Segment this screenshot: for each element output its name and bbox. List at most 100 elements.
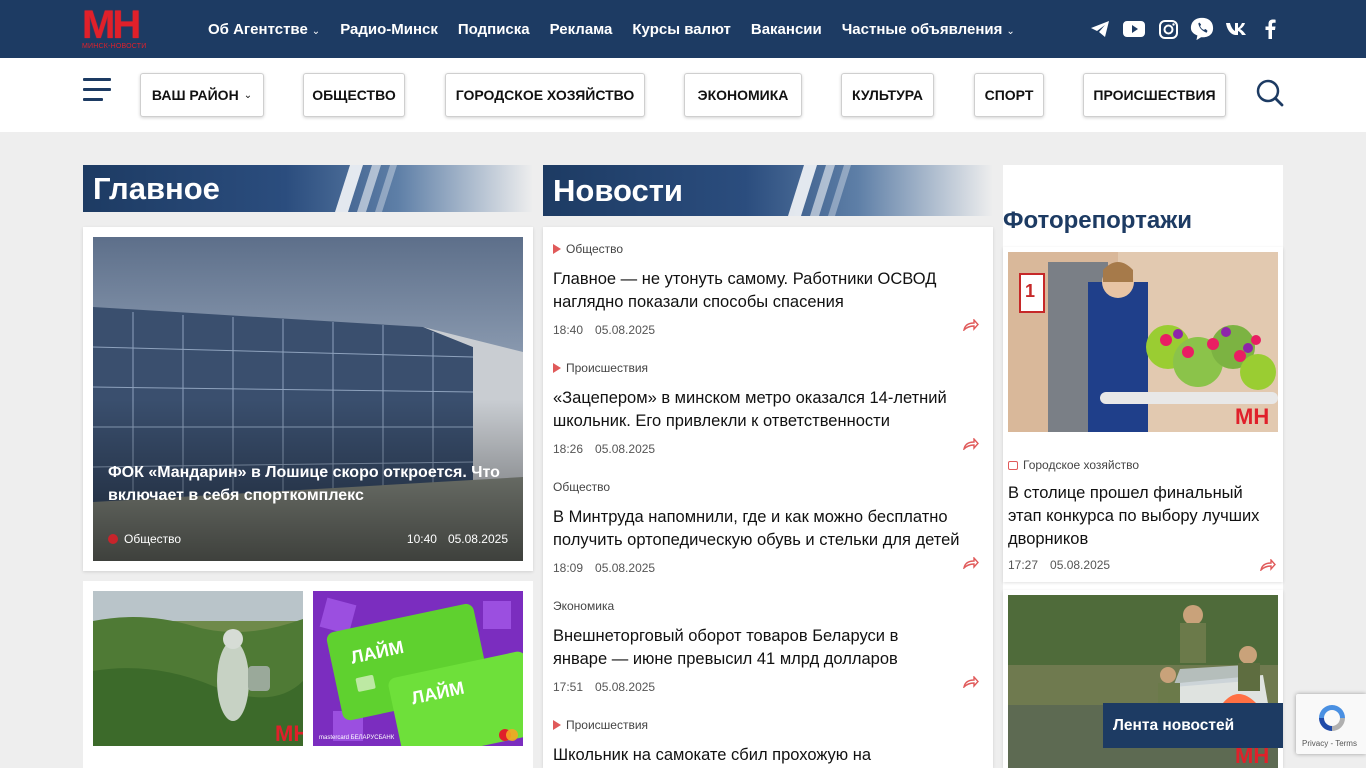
vk-icon[interactable] (1224, 17, 1248, 41)
share-icon[interactable] (963, 438, 979, 450)
photo-report-category[interactable]: Городское хозяйство (1008, 458, 1139, 472)
photo-report-title[interactable]: В столице прошел финальный этап конкурса… (1008, 482, 1278, 551)
news-time: 18:09 (553, 561, 584, 575)
news-item: Происшествия «Зацепером» в минском метро… (553, 360, 983, 456)
topnav-ads[interactable]: Реклама (550, 21, 613, 38)
featured-article-date: 05.08.2025 (447, 532, 508, 546)
news-category[interactable]: Общество (553, 479, 983, 494)
play-marker-icon (553, 362, 561, 373)
topnav-about[interactable]: Об Агентстве ⌄ (208, 21, 320, 38)
photo-reports-heading[interactable]: Фоторепортажи (1003, 207, 1192, 235)
news-time: 18:40 (553, 323, 584, 337)
news-item: Происшествия Школьник на самокате сбил п… (553, 717, 983, 767)
category-bar: ВАШ РАЙОН ⌄ ОБЩЕСТВО ГОРОДСКОЕ ХОЗЯЙСТВО … (0, 58, 1366, 132)
svg-text:МН: МН (1235, 404, 1269, 429)
article-thumbnail[interactable]: МН (93, 591, 303, 746)
category-city-economy[interactable]: ГОРОДСКОЕ ХОЗЯЙСТВО (445, 73, 645, 117)
recaptcha-badge[interactable]: Privacy - Terms (1296, 694, 1366, 754)
news-date: 05.08.2025 (595, 680, 656, 694)
category-label: ПРОИСШЕСТВИЯ (1093, 87, 1216, 103)
featured-article-meta: Общество 10:40 05.08.2025 (108, 532, 508, 546)
svg-text:МН: МН (275, 721, 303, 746)
recaptcha-icon (1319, 705, 1345, 731)
play-marker-icon (553, 243, 561, 254)
share-icon[interactable] (963, 557, 979, 569)
share-icon[interactable] (963, 676, 979, 688)
news-category[interactable]: Экономика (553, 598, 983, 613)
category-culture[interactable]: КУЛЬТУРА (841, 73, 934, 117)
news-title[interactable]: В Минтруда напомнили, где и как можно бе… (553, 506, 983, 552)
news-meta: 18:26 05.08.2025 (553, 442, 983, 456)
category-label: ОБЩЕСТВО (312, 87, 396, 103)
share-icon[interactable] (963, 319, 979, 331)
chevron-down-icon: ⌄ (1006, 25, 1015, 37)
social-links (1088, 14, 1292, 44)
menu-icon[interactable] (83, 78, 111, 104)
news-category[interactable]: Общество (553, 241, 983, 256)
category-sport[interactable]: СПОРТ (974, 73, 1044, 117)
instagram-icon[interactable] (1156, 17, 1180, 41)
category-label: ГОРОДСКОЕ ХОЗЯЙСТВО (455, 87, 635, 103)
photo-report-card: 1 МН Городское хозяйство В столице проше… (1003, 247, 1283, 582)
category-label: КУЛЬТУРА (851, 87, 924, 103)
facebook-icon[interactable] (1258, 17, 1282, 41)
news-title[interactable]: Главное — не утонуть самому. Работники О… (553, 268, 983, 314)
topnav-label: Радио-Минск (340, 20, 438, 38)
category-society[interactable]: ОБЩЕСТВО (303, 73, 405, 117)
site-logo[interactable]: МН МИНСК-НОВОСТИ (82, 3, 160, 50)
featured-article-image[interactable]: ФОК «Мандарин» в Лошице скоро откроется.… (93, 237, 523, 561)
news-meta: 17:51 05.08.2025 (553, 680, 983, 694)
category-label: СПОРТ (984, 87, 1034, 103)
article-thumbnail[interactable]: ЛАЙМ ЛАЙМ mastercard БЕЛАРУСБАНК (313, 591, 523, 746)
secondary-articles-row: МН ЛАЙМ ЛАЙМ mastercard БЕЛАРУСБАНК (83, 581, 533, 768)
section-header-main: Главное (83, 165, 533, 212)
topnav-currency[interactable]: Курсы валют (632, 21, 730, 38)
featured-article-category[interactable]: Общество (124, 532, 181, 546)
topnav-subscription[interactable]: Подписка (458, 21, 530, 38)
topnav-label: Курсы валют (632, 20, 731, 38)
photo-report-meta: 17:27 05.08.2025 (1008, 558, 1278, 572)
news-title[interactable]: Школьник на самокате сбил прохожую на (553, 744, 983, 767)
news-feed-button[interactable]: Лента новостей (1103, 703, 1283, 748)
telegram-icon[interactable] (1088, 17, 1112, 41)
search-icon[interactable] (1255, 78, 1285, 108)
news-item: Общество В Минтруда напомнили, где и как… (553, 479, 983, 575)
news-title[interactable]: «Зацепером» в минском метро оказался 14-… (553, 387, 983, 433)
news-item: Экономика Внешнеторговый оборот товаров … (553, 598, 983, 694)
topnav-label: Вакансии (750, 20, 822, 38)
svg-text:1: 1 (1025, 281, 1035, 301)
logo-mark: МН (82, 3, 141, 47)
news-date: 05.08.2025 (595, 442, 656, 456)
topnav-vacancies[interactable]: Вакансии (751, 21, 822, 38)
category-incidents[interactable]: ПРОИСШЕСТВИЯ (1083, 73, 1226, 117)
section-title: Главное (93, 170, 220, 206)
topnav-radio[interactable]: Радио-Минск (340, 21, 438, 38)
photo-report-date: 05.08.2025 (1050, 558, 1111, 572)
news-date: 05.08.2025 (595, 323, 656, 337)
recaptcha-links[interactable]: Privacy - Terms (1302, 739, 1357, 748)
topnav-label: Об Агентстве (208, 20, 308, 38)
news-date: 05.08.2025 (595, 561, 656, 575)
top-bar: МН МИНСК-НОВОСТИ Об Агентстве ⌄ Радио-Мин… (0, 0, 1366, 58)
chevron-down-icon: ⌄ (311, 25, 321, 37)
category-dot-icon (108, 534, 118, 544)
photo-report-image[interactable]: 1 МН (1008, 252, 1278, 432)
section-header-news: Новости (543, 165, 993, 216)
category-economy[interactable]: ЭКОНОМИКА (684, 73, 802, 117)
news-category[interactable]: Происшествия (553, 717, 983, 732)
logo-subtitle: МИНСК-НОВОСТИ (82, 43, 147, 50)
topnav-classifieds[interactable]: Частные объявления ⌄ (842, 21, 1015, 38)
featured-article-card[interactable]: ФОК «Мандарин» в Лошице скоро откроется.… (83, 227, 533, 571)
chevron-down-icon: ⌄ (243, 89, 253, 101)
news-meta: 18:40 05.08.2025 (553, 323, 983, 337)
category-district[interactable]: ВАШ РАЙОН ⌄ (140, 73, 264, 117)
viber-icon[interactable] (1190, 17, 1214, 41)
youtube-icon[interactable] (1122, 17, 1146, 41)
news-title[interactable]: Внешнеторговый оборот товаров Беларуси в… (553, 625, 933, 671)
news-category[interactable]: Происшествия (553, 360, 983, 375)
news-item: Общество Главное — не утонуть самому. Ра… (553, 241, 983, 337)
share-icon[interactable] (1260, 559, 1276, 571)
featured-article-title[interactable]: ФОК «Мандарин» в Лошице скоро откроется.… (108, 461, 518, 507)
news-category-label: Происшествия (566, 717, 649, 732)
photo-report-time: 17:27 (1008, 558, 1039, 572)
